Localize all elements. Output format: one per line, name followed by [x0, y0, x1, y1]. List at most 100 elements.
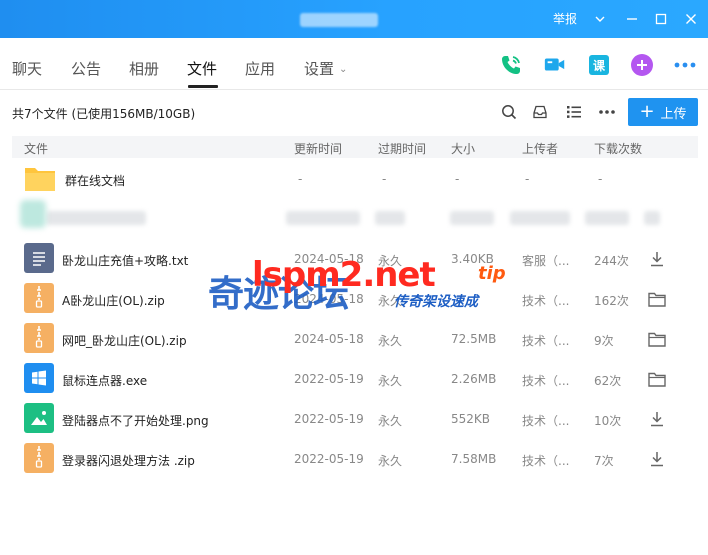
table-row[interactable]: 网吧_卧龙山庄(OL).zip 2024-05-18 永久 72.5MB 技术（… — [12, 319, 698, 359]
file-name: 登录器闪退处理方法 .zip — [62, 454, 195, 468]
video-call-icon[interactable] — [543, 53, 567, 77]
file-updated: 2022-05-19 — [294, 372, 364, 386]
file-uploader: 技术（... — [522, 454, 570, 468]
table-row[interactable]: 卧龙山庄充值+攻略.txt 2024-05-18 永久 3.40KB 客服（..… — [12, 239, 698, 279]
column-header-expiry[interactable]: 过期时间 — [378, 140, 426, 157]
tab-apps[interactable]: 应用 — [245, 58, 275, 79]
blurred-text — [585, 211, 629, 225]
file-expiry: 永久 — [378, 334, 403, 348]
file-uploader: 技术（... — [522, 374, 570, 388]
folder-open-icon[interactable] — [648, 330, 666, 348]
active-tab-indicator — [188, 85, 218, 88]
file-uploader: - — [525, 172, 530, 186]
table-row[interactable]: 登陆器点不了开始处理.png 2022-05-19 永久 552KB 技术（..… — [12, 399, 698, 439]
file-expiry: - — [382, 172, 387, 186]
file-uploader: 技术（... — [522, 294, 570, 308]
file-size: 2.26MB — [451, 372, 497, 386]
table-row[interactable]: A卧龙山庄(OL).zip 2024-05-18 永久 技术（... 162次 — [12, 279, 698, 319]
tab-album[interactable]: 相册 — [129, 58, 159, 79]
close-icon[interactable] — [680, 8, 702, 30]
title-bar: 举报 — [0, 0, 708, 38]
tab-chat[interactable]: 聊天 — [12, 58, 42, 79]
tab-settings[interactable]: 设置 ⌄ — [304, 58, 347, 79]
tab-settings-label: 设置 — [304, 60, 335, 78]
file-name: 鼠标连点器.exe — [62, 374, 148, 388]
zip-file-icon — [24, 283, 54, 313]
txt-file-icon — [24, 243, 54, 273]
column-header-updated[interactable]: 更新时间 — [294, 140, 342, 157]
storage-summary: 共7个文件 (已使用156MB/10GB) — [12, 107, 196, 121]
file-updated: 2024-05-18 — [294, 252, 364, 266]
file-size: 7.58MB — [451, 452, 497, 466]
file-size: - — [455, 172, 460, 186]
blurred-action — [644, 211, 660, 225]
tab-files[interactable]: 文件 — [187, 58, 217, 79]
file-updated: - — [298, 172, 303, 186]
file-name: 登陆器点不了开始处理.png — [62, 414, 209, 428]
folder-open-icon[interactable] — [648, 370, 666, 388]
blurred-group-name — [300, 13, 378, 27]
tab-bar: 聊天 公告 相册 文件 应用 设置 ⌄ 课 — [0, 38, 708, 90]
minimize-icon[interactable] — [621, 8, 643, 30]
tab-announcement[interactable]: 公告 — [71, 58, 101, 79]
blurred-text — [46, 211, 146, 225]
file-updated: 2022-05-19 — [294, 412, 364, 426]
table-row[interactable]: 鼠标连点器.exe 2022-05-19 永久 2.26MB 技术（... 62… — [12, 359, 698, 399]
folder-open-icon[interactable] — [648, 290, 666, 308]
file-uploader: 技术（... — [522, 414, 570, 428]
add-app-icon[interactable] — [630, 53, 654, 77]
file-expiry: 永久 — [378, 294, 403, 308]
file-downloads: 10次 — [594, 414, 622, 428]
chevron-down-icon: ⌄ — [339, 64, 348, 75]
blurred-text — [286, 211, 360, 225]
file-size: 552KB — [451, 412, 491, 426]
file-uploader: 客服（... — [522, 254, 570, 268]
file-size: 72.5MB — [451, 332, 497, 346]
download-icon[interactable] — [648, 450, 666, 468]
search-icon[interactable] — [499, 102, 519, 122]
file-expiry: 永久 — [378, 254, 403, 268]
file-uploader: 技术（... — [522, 334, 570, 348]
table-row-folder[interactable]: 群在线文档 - - - - - — [12, 159, 698, 199]
more-icon[interactable] — [673, 53, 697, 77]
phone-call-icon[interactable] — [499, 53, 523, 77]
image-file-icon — [24, 403, 54, 433]
file-downloads: 9次 — [594, 334, 614, 348]
chevron-down-icon[interactable] — [589, 8, 611, 30]
file-expiry: 永久 — [378, 414, 403, 428]
file-updated: 2022-05-19 — [294, 452, 364, 466]
report-button[interactable]: 举报 — [553, 10, 577, 27]
file-downloads: 62次 — [594, 374, 622, 388]
file-expiry: 永久 — [378, 374, 403, 388]
table-row[interactable]: 登录器闪退处理方法 .zip 2022-05-19 永久 7.58MB 技术（.… — [12, 439, 698, 479]
table-row-blurred[interactable] — [12, 199, 698, 239]
download-icon[interactable] — [648, 410, 666, 428]
download-icon[interactable] — [648, 250, 666, 268]
column-header-size[interactable]: 大小 — [451, 140, 475, 157]
column-header-uploader[interactable]: 上传者 — [522, 140, 558, 157]
file-name: 卧龙山庄充值+攻略.txt — [62, 254, 189, 268]
upload-button[interactable]: + 上传 — [628, 98, 698, 126]
lesson-icon[interactable]: 课 — [587, 53, 611, 77]
file-downloads: 244次 — [594, 254, 629, 268]
file-expiry: 永久 — [378, 454, 403, 468]
file-name: 网吧_卧龙山庄(OL).zip — [62, 334, 187, 348]
list-view-icon[interactable] — [564, 102, 584, 122]
file-name: A卧龙山庄(OL).zip — [62, 294, 165, 308]
inbox-icon[interactable] — [530, 102, 550, 122]
column-header-downloads[interactable]: 下载次数 — [594, 140, 642, 157]
upload-label: 上传 — [660, 106, 687, 122]
column-header-name[interactable]: 文件 — [24, 140, 48, 157]
zip-file-icon — [24, 323, 54, 353]
file-downloads: 162次 — [594, 294, 629, 308]
file-updated: 2024-05-18 — [294, 292, 364, 306]
blurred-text — [450, 211, 494, 225]
blurred-text — [375, 211, 405, 225]
more-options-icon[interactable] — [597, 102, 617, 122]
zip-file-icon — [24, 443, 54, 473]
file-size: 3.40KB — [451, 252, 494, 266]
plus-icon: + — [639, 101, 655, 122]
maximize-icon[interactable] — [650, 8, 672, 30]
blurred-text — [510, 211, 570, 225]
file-updated: 2024-05-18 — [294, 332, 364, 346]
